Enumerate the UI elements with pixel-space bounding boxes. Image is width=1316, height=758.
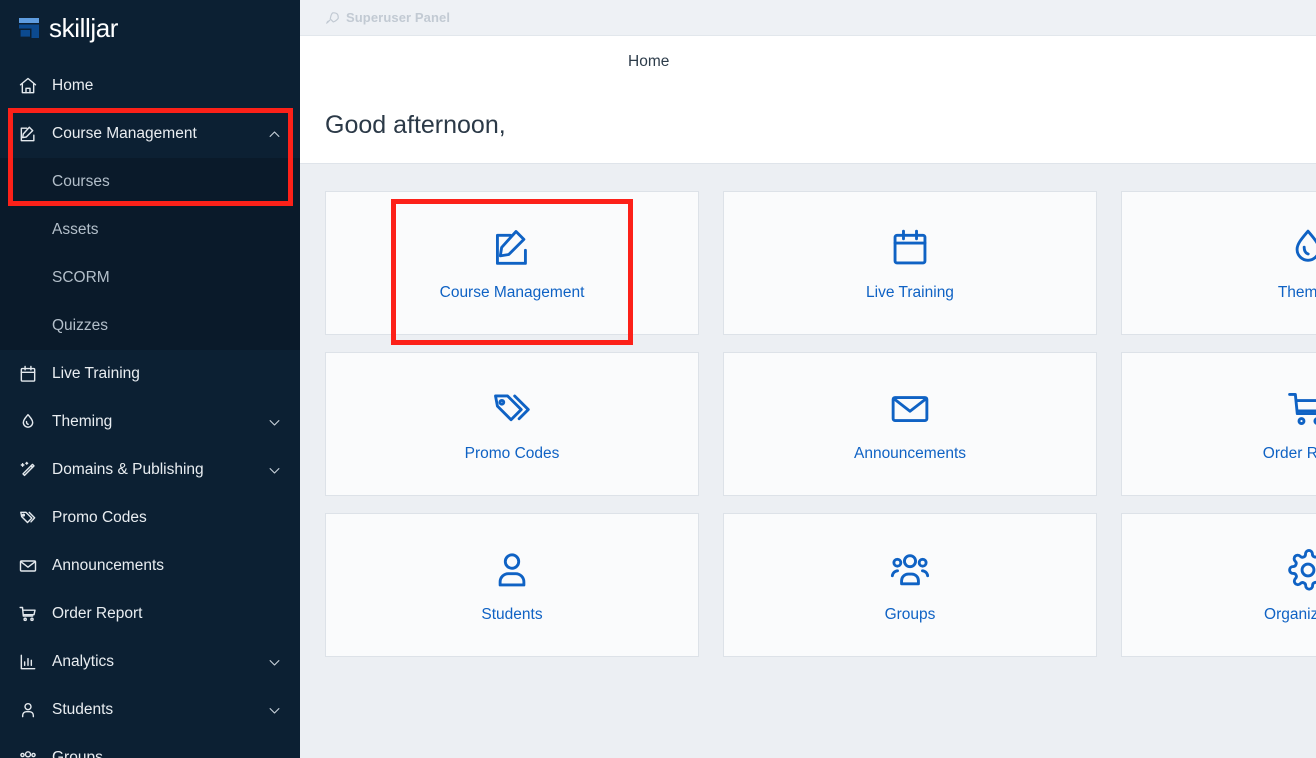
envelope-icon [18,556,44,576]
droplet-icon [18,412,44,432]
chevron-down-icon[interactable] [267,463,282,478]
sidebar-subitem-courses[interactable]: Courses [0,158,300,206]
card-theming[interactable]: Theming [1121,191,1316,335]
bar-chart-icon [18,652,44,672]
sidebar-item-label: Announcements [52,557,164,575]
card-label: Promo Codes [465,445,560,463]
sidebar-item-order-report[interactable]: Order Report [0,590,300,638]
droplet-icon [1285,225,1316,271]
tags-icon [18,508,44,528]
sidebar-subitem-label: Courses [52,173,110,191]
card-label: Theming [1278,284,1316,302]
sidebar-item-home[interactable]: Home [0,62,300,110]
sidebar-subitem-label: Quizzes [52,317,108,335]
greeting-bar: Good afternoon, [300,88,1316,164]
gear-icon [1285,547,1316,593]
sidebar-item-domains-publishing[interactable]: Domains & Publishing [0,446,300,494]
user-icon [489,547,535,593]
sidebar-item-course-management[interactable]: Course Management [0,110,300,158]
sidebar-item-promo-codes[interactable]: Promo Codes [0,494,300,542]
card-label: Students [481,606,542,624]
card-label: Live Training [866,284,954,302]
card-students[interactable]: Students [325,513,699,657]
dashboard-grid-area: Course Management Live Training [300,164,1316,758]
magic-wand-icon [18,460,44,480]
card-label: Course Management [440,284,585,302]
envelope-icon [887,386,933,432]
shopping-cart-icon [18,604,44,624]
sidebar-item-theming[interactable]: Theming [0,398,300,446]
calendar-icon [18,364,44,384]
dashboard-card-grid: Course Management Live Training [325,191,1316,657]
sidebar-item-announcements[interactable]: Announcements [0,542,300,590]
sidebar-subitem-assets[interactable]: Assets [0,206,300,254]
edit-square-icon [489,225,535,271]
card-label: Organization [1264,606,1316,624]
sidebar-item-live-training[interactable]: Live Training [0,350,300,398]
sidebar-item-label: Groups [52,749,103,758]
rocket-icon [325,11,339,25]
main-content: Superuser Panel Home Good afternoon, Cou… [300,0,1316,758]
chevron-down-icon[interactable] [267,655,282,670]
calendar-icon [887,225,933,271]
card-live-training[interactable]: Live Training [723,191,1097,335]
sidebar-item-label: Live Training [52,365,140,383]
sidebar-item-label: Analytics [52,653,114,671]
sidebar-item-label: Home [52,77,93,95]
card-organization[interactable]: Organization [1121,513,1316,657]
chevron-down-icon[interactable] [267,415,282,430]
sidebar-item-label: Students [52,701,113,719]
tags-icon [489,386,535,432]
sidebar-item-label: Theming [52,413,112,431]
card-announcements[interactable]: Announcements [723,352,1097,496]
sidebar-item-label: Domains & Publishing [52,461,204,479]
sidebar-item-label: Promo Codes [52,509,147,527]
user-icon [18,700,44,720]
sidebar-subitem-label: Assets [52,221,99,239]
sidebar: skilljar Home Course Managemen [0,0,300,758]
sidebar-item-label: Course Management [52,125,197,143]
superuser-panel-label: Superuser Panel [346,10,450,25]
card-order-report[interactable]: Order Report [1121,352,1316,496]
chevron-up-icon[interactable] [267,127,282,142]
card-label: Announcements [854,445,966,463]
home-icon [18,76,44,96]
app-root: skilljar Home Course Managemen [0,0,1316,758]
breadcrumb-bar: Home [300,36,1316,88]
sidebar-item-analytics[interactable]: Analytics [0,638,300,686]
sidebar-subitem-quizzes[interactable]: Quizzes [0,302,300,350]
card-course-management[interactable]: Course Management [325,191,699,335]
card-promo-codes[interactable]: Promo Codes [325,352,699,496]
sidebar-item-groups[interactable]: Groups [0,734,300,758]
skilljar-logo-icon [18,17,40,39]
users-group-icon [887,547,933,593]
course-management-submenu: Courses Assets SCORM Quizzes [0,158,300,350]
sidebar-item-label: Order Report [52,605,142,623]
edit-square-icon [18,124,44,144]
chevron-down-icon[interactable] [267,703,282,718]
card-groups[interactable]: Groups [723,513,1097,657]
card-label: Order Report [1263,445,1316,463]
superuser-panel-bar[interactable]: Superuser Panel [300,0,1316,36]
sidebar-nav: Home Course Management Courses [0,56,300,758]
brand-name: skilljar [49,15,118,41]
brand-logo[interactable]: skilljar [0,0,300,56]
card-label: Groups [885,606,936,624]
breadcrumb[interactable]: Home [300,53,669,71]
sidebar-subitem-scorm[interactable]: SCORM [0,254,300,302]
sidebar-item-students[interactable]: Students [0,686,300,734]
page-title: Good afternoon, [325,111,506,140]
sidebar-subitem-label: SCORM [52,269,110,287]
shopping-cart-icon [1285,386,1316,432]
users-group-icon [18,748,44,758]
